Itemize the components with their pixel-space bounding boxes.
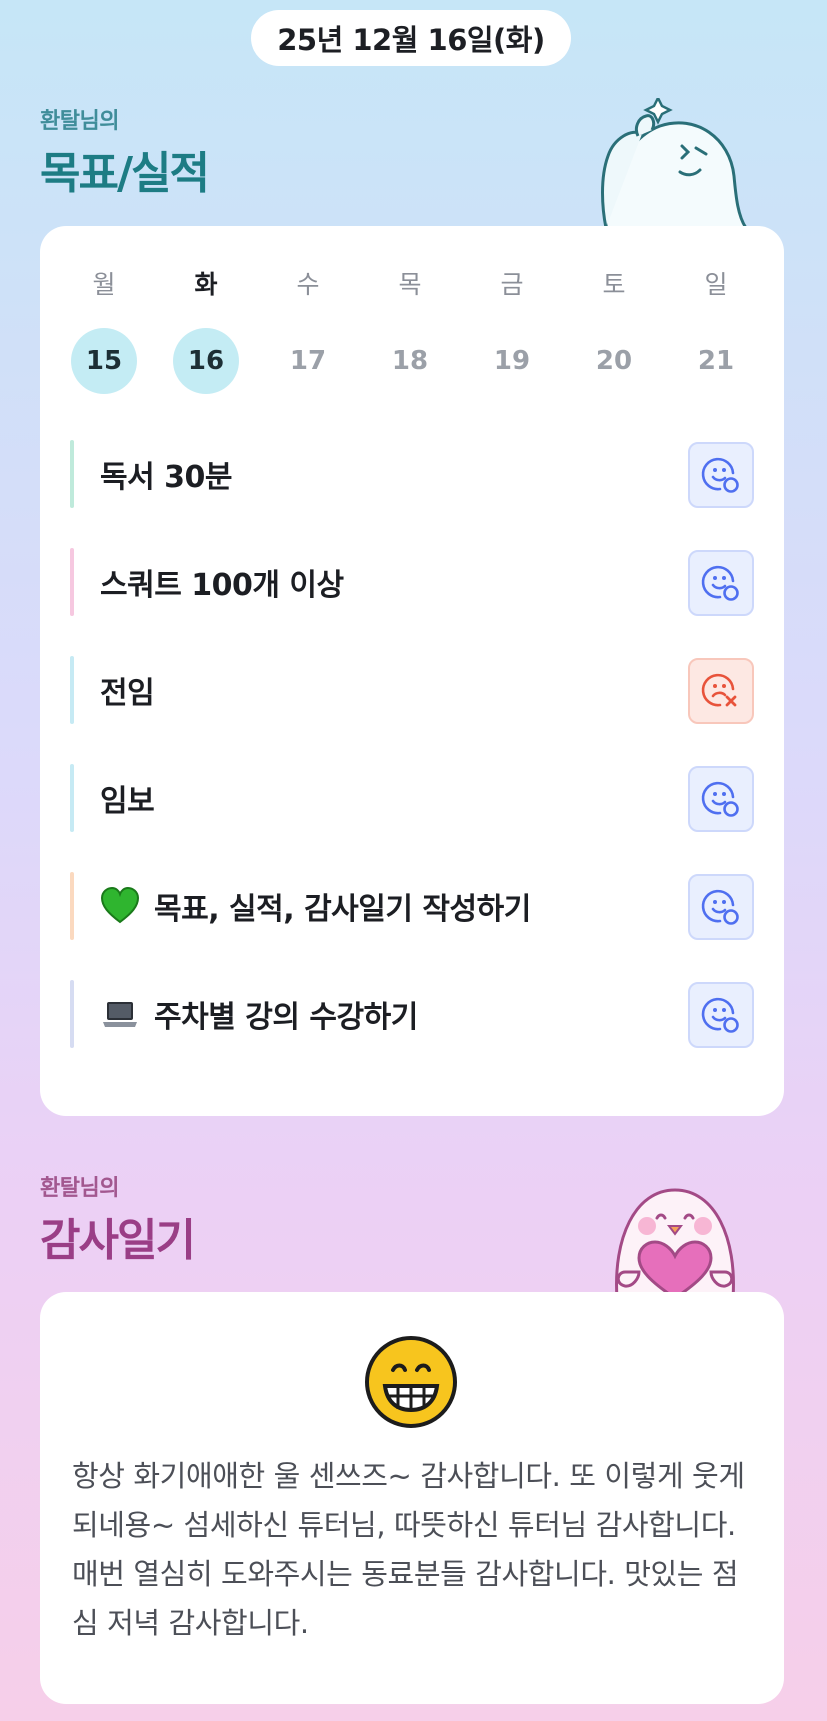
- goal-status-button[interactable]: [688, 766, 754, 832]
- day-date[interactable]: 18: [377, 328, 443, 394]
- goal-color-bar: [70, 656, 74, 724]
- day-date[interactable]: 17: [275, 328, 341, 394]
- day-name: 일: [704, 270, 728, 299]
- day-tue[interactable]: 화 16: [172, 268, 240, 394]
- day-name: 토: [602, 270, 626, 299]
- goals-section-title: 목표/실적: [40, 148, 210, 199]
- day-sun[interactable]: 일 21: [682, 268, 750, 394]
- goals-card: 월 15 화 16 수 17 목 18 금 19 토 20 일 21 독서 30…: [40, 226, 784, 1116]
- heart-mascot-icon: [615, 1188, 735, 1298]
- goal-status-button[interactable]: [688, 442, 754, 508]
- goal-label: 전임: [100, 676, 155, 711]
- goal-label-row: 주차별 강의 수강하기: [100, 992, 418, 1036]
- day-name: 수: [296, 270, 320, 299]
- goal-status-button[interactable]: [688, 982, 754, 1048]
- goal-label: 독서 30분: [100, 460, 233, 495]
- day-sat[interactable]: 토 20: [580, 268, 648, 394]
- thanks-section-title: 감사일기: [40, 1215, 196, 1266]
- goal-color-bar: [70, 980, 74, 1048]
- thanks-section-subtitle: 환탈님의: [40, 1176, 119, 1201]
- goal-color-bar: [70, 440, 74, 508]
- goal-status-button[interactable]: [688, 658, 754, 724]
- smile-check-icon: [701, 997, 739, 1033]
- goal-label: 임보: [100, 784, 155, 819]
- day-wed[interactable]: 수 17: [274, 268, 342, 394]
- thanks-card: 항상 화기애애한 울 센쓰즈~ 감사합니다. 또 이렇게 웃게되네용~ 섬세하신…: [40, 1292, 784, 1704]
- green-heart-icon: [100, 886, 140, 924]
- goal-item[interactable]: 독서 30분: [70, 440, 754, 508]
- sad-x-icon: [701, 673, 737, 707]
- day-date[interactable]: 21: [683, 328, 749, 394]
- grinning-face-icon: [365, 1336, 457, 1428]
- day-mon[interactable]: 월 15: [70, 268, 138, 394]
- day-name: 금: [500, 270, 524, 299]
- smile-check-icon: [701, 565, 739, 601]
- goal-label: 스쿼트 100개 이상: [100, 568, 344, 603]
- day-fri[interactable]: 금 19: [478, 268, 546, 394]
- goal-item[interactable]: 목표, 실적, 감사일기 작성하기: [70, 872, 754, 940]
- goal-item[interactable]: 임보: [70, 764, 754, 832]
- thanks-journal-text: 항상 화기애애한 울 센쓰즈~ 감사합니다. 또 이렇게 웃게되네용~ 섬세하신…: [72, 1459, 745, 1640]
- day-date[interactable]: 15: [71, 328, 137, 394]
- goal-item[interactable]: 전임: [70, 656, 754, 724]
- smile-check-icon: [701, 889, 739, 925]
- goal-item[interactable]: 주차별 강의 수강하기: [70, 980, 754, 1048]
- goals-section-header: 환탈님의 목표/실적: [40, 103, 210, 201]
- laptop-icon: [103, 1002, 137, 1027]
- goal-status-button[interactable]: [688, 874, 754, 940]
- smile-check-icon: [701, 781, 739, 817]
- day-date[interactable]: 16: [173, 328, 239, 394]
- day-date[interactable]: 20: [581, 328, 647, 394]
- day-date[interactable]: 19: [479, 328, 545, 394]
- day-name: 목: [398, 270, 422, 299]
- date-pill[interactable]: 25년 12월 16일(화): [251, 10, 571, 66]
- goal-item[interactable]: 스쿼트 100개 이상: [70, 548, 754, 616]
- day-name: 화: [194, 270, 218, 299]
- goal-label-row: 목표, 실적, 감사일기 작성하기: [100, 884, 531, 928]
- goal-label: 주차별 강의 수강하기: [154, 1000, 418, 1035]
- day-name: 월: [92, 270, 116, 299]
- goal-label: 목표, 실적, 감사일기 작성하기: [154, 892, 531, 927]
- smile-check-icon: [701, 457, 739, 493]
- goal-color-bar: [70, 764, 74, 832]
- goals-section-subtitle: 환탈님의: [40, 109, 119, 134]
- day-thu[interactable]: 목 18: [376, 268, 444, 394]
- thanks-section-header: 환탈님의 감사일기: [40, 1170, 196, 1268]
- goal-color-bar: [70, 548, 74, 616]
- ghost-mascot-icon: [601, 98, 748, 228]
- goal-status-button[interactable]: [688, 550, 754, 616]
- goal-color-bar: [70, 872, 74, 940]
